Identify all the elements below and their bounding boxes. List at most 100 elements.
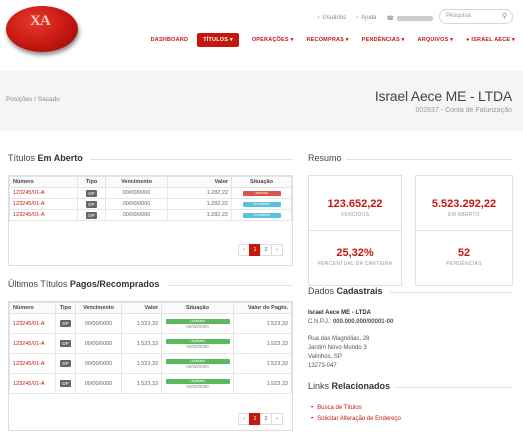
page-title: Israel Aece ME - LTDA: [374, 88, 512, 104]
summary-label: PENDÊNCIAS: [446, 261, 482, 267]
table-row[interactable]: 123245/01-A DP 00/00/0000 1.523,33 Liqui…: [9, 313, 292, 334]
address-line: 13273-047: [308, 363, 337, 369]
column-header[interactable]: Número: [9, 302, 56, 314]
status-badge: Em Aberto: [242, 213, 281, 218]
top-bar: XA › Usuários › Ajuda ☎ Pesquisa ⚲ DASHBOA…: [0, 0, 523, 64]
value: 1.523,33: [121, 353, 162, 374]
paid-titles-pagination: ‹ 1 2 ›: [238, 413, 283, 425]
type-badge: DP: [86, 200, 97, 208]
type-badge: DP: [60, 380, 71, 387]
search-input[interactable]: Pesquisa ⚲: [439, 9, 513, 24]
cnpj-line: C.N.P.J.: 000.000.000/00001-00: [308, 319, 394, 325]
next-page-button[interactable]: ›: [271, 413, 283, 425]
divider: [168, 285, 293, 286]
related-links-heading: Links Relacionados: [308, 381, 391, 391]
summary-label: PERCENTUAL DA CARTEIRA: [317, 261, 393, 267]
table-header-row: Número Tipo Vencimento Valor Situação Va…: [9, 302, 292, 314]
paid-value: 1.523,33: [233, 313, 292, 334]
open-titles-table: Número Tipo Vencimento Valor Situação 12…: [9, 176, 292, 221]
column-header[interactable]: Valor: [167, 176, 232, 188]
title-number-link[interactable]: 123245/01-A: [9, 209, 78, 221]
column-header[interactable]: Situação: [231, 176, 292, 188]
column-header[interactable]: Tipo: [55, 302, 76, 314]
address-line: Jardim Novo Mundo 3: [308, 345, 367, 351]
related-links-list: Busca de Títulos Solicitar Alteração de …: [317, 405, 401, 427]
nav-recompras[interactable]: RECOMPRAS ▾: [306, 37, 348, 43]
users-link[interactable]: › Usuários: [317, 15, 346, 21]
status-badge: Vencido: [242, 191, 281, 196]
column-header[interactable]: Vencimento: [75, 302, 122, 314]
column-header[interactable]: Vencimento: [105, 176, 168, 188]
company-name: Israel Aece ME - LTDA: [308, 310, 372, 316]
due-date: 00/00/0000: [75, 333, 122, 354]
table-row[interactable]: 123245/01-A DP 00/00/0000 1.282,22 Em Ab…: [9, 198, 292, 210]
address-line: Rua das Magnólias, 28: [308, 336, 370, 342]
utility-links: › Usuários › Ajuda ☎: [307, 10, 433, 26]
table-row[interactable]: 123245/01-A DP 00/00/0000 1.523,33 Liqui…: [9, 373, 292, 394]
column-header[interactable]: Situação: [161, 302, 234, 314]
title-number-link[interactable]: 123245/01-A: [9, 373, 56, 394]
column-header[interactable]: Valor do Pagto.: [233, 302, 292, 314]
paid-value: 1.523,33: [233, 373, 292, 394]
table-row[interactable]: 123245/01-A DP 00/00/0000 1.523,33 Liqui…: [9, 353, 292, 374]
summary-card-portfolio[interactable]: 25,32% PERCENTUAL DA CARTEIRA: [308, 230, 402, 286]
column-header[interactable]: Tipo: [77, 176, 106, 188]
due-date: 00/00/0000: [75, 373, 122, 394]
title-number-link[interactable]: 123245/01-A: [9, 187, 78, 199]
paid-value: 1.523,33: [233, 333, 292, 354]
logo-text: XA: [30, 13, 51, 29]
status-badge: Em Aberto: [242, 202, 281, 207]
search-icon[interactable]: ⚲: [502, 10, 507, 23]
phone-icon: ☎: [386, 15, 394, 22]
help-icon: ›: [356, 15, 359, 21]
column-header[interactable]: Valor: [121, 302, 162, 314]
status-date: 00/00/0000: [186, 383, 209, 389]
phone-number: ☎: [387, 15, 433, 22]
main-nav: DASHBOARD TÍTULOS ▾ OPERAÇÕES ▾ RECOMPRA…: [138, 33, 515, 47]
due-date: 00/00/0000: [105, 198, 168, 210]
registration-details: Israel Aece ME - LTDA C.N.P.J.: 000.000.…: [308, 309, 393, 371]
due-date: 00/00/0000: [105, 209, 168, 221]
value: 1.282,22: [167, 209, 232, 221]
nav-arquivos[interactable]: ARQUIVOS ▾: [418, 37, 454, 43]
value: 1.523,33: [121, 373, 162, 394]
nav-titulos[interactable]: TÍTULOS ▾: [197, 33, 239, 47]
next-page-button[interactable]: ›: [271, 244, 283, 256]
link-search-titles[interactable]: Busca de Títulos: [317, 405, 401, 411]
title-number-link[interactable]: 123245/01-A: [9, 333, 56, 354]
nav-user-menu[interactable]: ● ISRAEL AECE ▾: [466, 37, 515, 43]
help-link[interactable]: › Ajuda: [356, 15, 376, 21]
title-number-link[interactable]: 123245/01-A: [9, 198, 78, 210]
value: 1.523,33: [121, 313, 162, 334]
title-number-link[interactable]: 123245/01-A: [9, 313, 56, 334]
type-badge: DP: [60, 320, 71, 327]
type-badge: DP: [86, 189, 97, 197]
paid-titles-panel: Número Tipo Vencimento Valor Situação Va…: [8, 301, 293, 431]
table-header-row: Número Tipo Vencimento Valor Situação: [9, 176, 292, 188]
table-row[interactable]: 123245/01-A DP 00/00/0000 1.282,22 Em Ab…: [9, 209, 292, 221]
paid-titles-heading: Últimos Títulos Pagos/Recomprados: [8, 279, 160, 289]
type-badge: DP: [60, 360, 71, 367]
summary-card-pending[interactable]: 52 PENDÊNCIAS: [415, 230, 513, 286]
nav-operacoes[interactable]: OPERAÇÕES ▾: [252, 37, 294, 43]
status-date: 00/00/0000: [186, 363, 209, 369]
summary-value: 5.523.292,22: [431, 198, 497, 210]
registration-heading: Dados Cadastrais: [308, 286, 383, 296]
page-subtitle: 002837 - Conta de Faturização: [415, 107, 512, 114]
paid-value: 1.523,33: [233, 353, 292, 374]
open-titles-panel: Número Tipo Vencimento Valor Situação 12…: [8, 175, 293, 266]
divider: [395, 387, 513, 388]
status-date: 00/00/0000: [186, 323, 209, 329]
nav-dashboard[interactable]: DASHBOARD: [151, 37, 189, 43]
title-number-link[interactable]: 123245/01-A: [9, 353, 56, 374]
column-header[interactable]: Número: [9, 176, 78, 188]
table-row[interactable]: 123245/01-A DP 00/00/0000 1.282,22 Venci…: [9, 187, 292, 199]
user-icon: ●: [466, 37, 470, 43]
link-change-address[interactable]: Solicitar Alteração de Endereço: [317, 416, 401, 422]
breadcrumb: Posições / Sacado: [6, 96, 60, 103]
due-date: 00/00/0000: [105, 187, 168, 199]
value: 1.282,22: [167, 198, 232, 210]
nav-pendencias[interactable]: PENDÊNCIAS ▾: [362, 37, 405, 43]
divider: [390, 292, 513, 293]
table-row[interactable]: 123245/01-A DP 00/00/0000 1.523,33 Liqui…: [9, 333, 292, 354]
